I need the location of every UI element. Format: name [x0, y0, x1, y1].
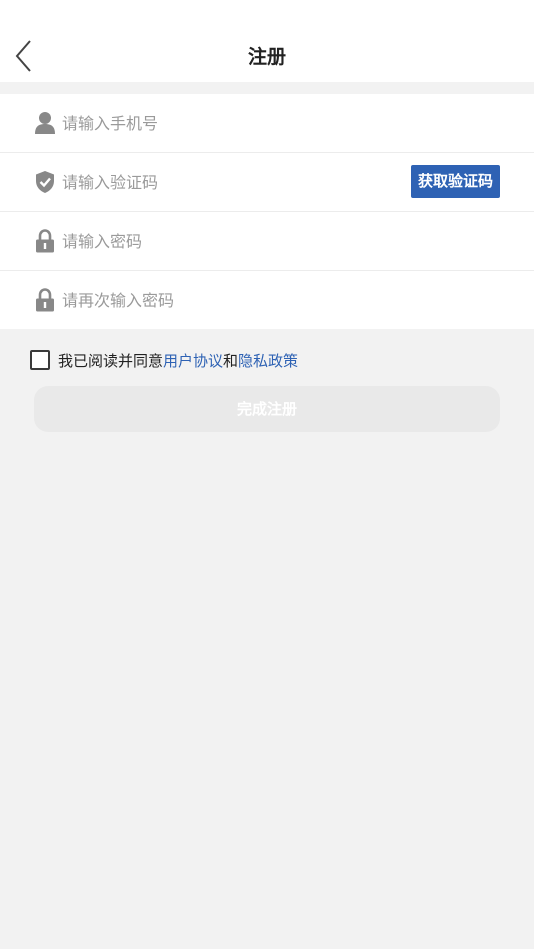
agreement-prefix: 我已阅读并同意	[58, 351, 164, 370]
phone-input[interactable]	[62, 108, 392, 138]
phone-row	[0, 94, 534, 153]
password-row	[0, 212, 534, 271]
user-agreement-link[interactable]: 用户协议	[163, 352, 223, 370]
confirm-password-input[interactable]	[62, 285, 392, 315]
page-title: 注册	[247, 46, 286, 68]
agreement-checkbox[interactable]	[30, 350, 50, 370]
code-row: 获取验证码	[0, 153, 534, 212]
agreement-text: 我已阅读并同意用户协议和隐私政策	[58, 350, 298, 371]
confirm-password-row	[0, 271, 534, 329]
agreement-row: 我已阅读并同意用户协议和隐私政策	[30, 348, 298, 372]
get-code-button[interactable]: 获取验证码	[411, 165, 500, 198]
complete-registration-button[interactable]: 完成注册	[34, 386, 500, 432]
lock-icon	[36, 229, 54, 253]
agreement-joiner: 和	[223, 351, 239, 370]
verification-code-input[interactable]	[62, 167, 362, 197]
privacy-policy-link[interactable]: 隐私政策	[238, 352, 298, 370]
register-form: 获取验证码	[0, 94, 534, 329]
app-header: 注册	[0, 0, 534, 82]
user-icon	[35, 112, 55, 134]
shield-check-icon	[36, 171, 54, 193]
lock-icon	[36, 288, 54, 312]
password-input[interactable]	[62, 226, 392, 256]
